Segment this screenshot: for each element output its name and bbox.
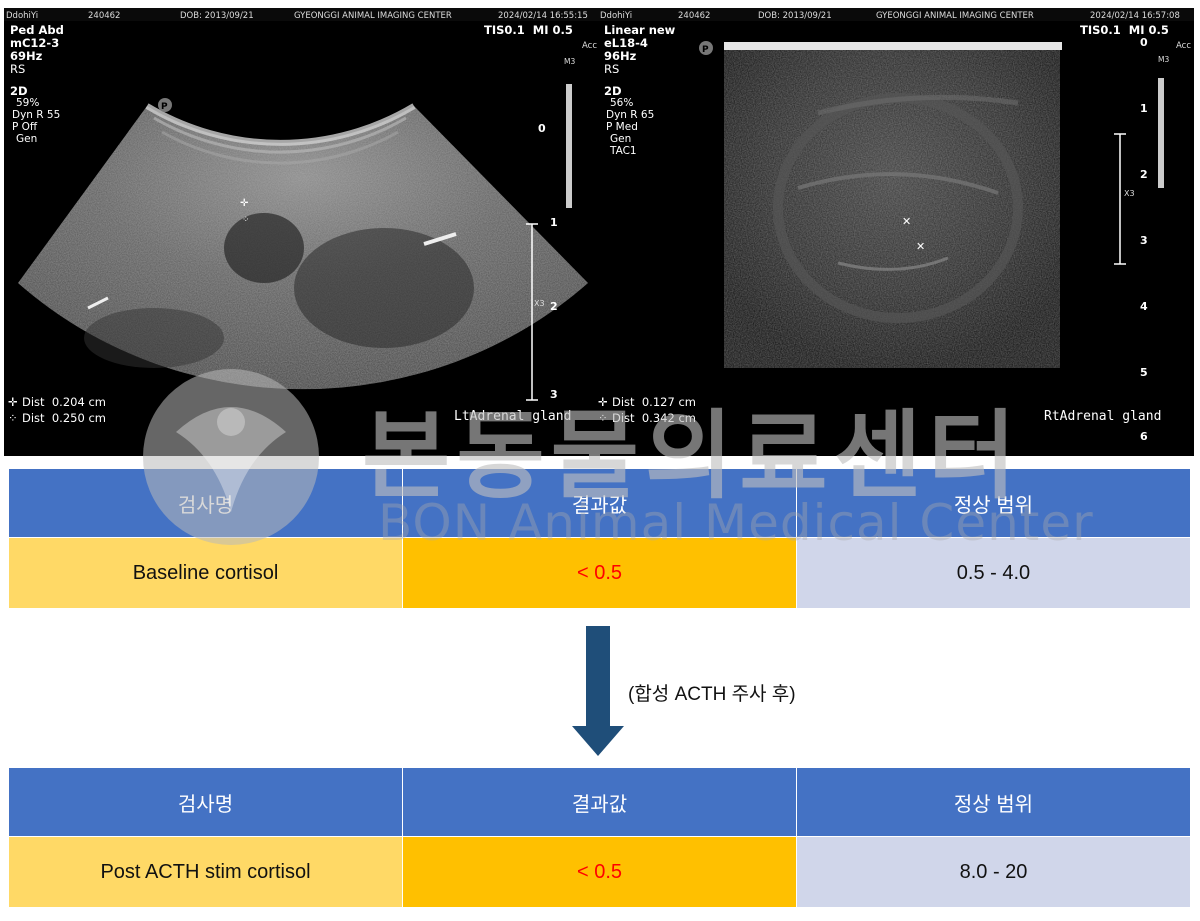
tis-mi: TIS0.1 MI 0.5 bbox=[484, 23, 573, 37]
zoom-marker: X3 bbox=[534, 299, 545, 308]
depth-tick-3: 3 bbox=[1140, 234, 1148, 247]
patient-name: DdohiYi bbox=[600, 11, 633, 21]
header-result: 결과값 bbox=[402, 468, 797, 538]
patient-id: 240462 bbox=[678, 11, 711, 21]
distance-1: Dist 0.204 cm bbox=[22, 395, 106, 409]
probe: eL18-4 bbox=[604, 36, 648, 50]
post-stim-results-table: 검사명 결과값 정상 범위 Post ACTH stim cortisol < … bbox=[8, 767, 1191, 908]
caliper-icon: ✛ bbox=[598, 395, 608, 409]
tac-setting: TAC1 bbox=[610, 145, 637, 157]
stimulation-note: (합성 ACTH 주사 후) bbox=[628, 684, 796, 705]
depth-tick-1: 1 bbox=[1140, 102, 1148, 115]
ultrasound-left-image: ✛ ⁘ P bbox=[18, 84, 588, 401]
table-row: Baseline cortisol < 0.5 0.5 - 4.0 bbox=[8, 537, 1191, 609]
distance-1: Dist 0.127 cm bbox=[612, 395, 696, 409]
dyn-range: Dyn R 65 bbox=[606, 109, 655, 121]
header-result: 결과값 bbox=[402, 767, 797, 837]
result-cell: < 0.5 bbox=[402, 836, 797, 908]
test-name-cell: Baseline cortisol bbox=[8, 537, 403, 609]
distance-2: Dist 0.250 cm bbox=[22, 411, 106, 425]
ultrasound-left-panel: ✛ ⁘ P DdohiYi 240462 DOB: 2013/09/21 GYE… bbox=[4, 8, 598, 456]
svg-text:✕: ✕ bbox=[902, 215, 911, 228]
gen-setting: Gen bbox=[610, 133, 632, 145]
caliper-icon: ⁘ bbox=[8, 411, 18, 425]
orientation: RS bbox=[10, 62, 26, 76]
probe: mC12-3 bbox=[10, 36, 60, 50]
table-row: Post ACTH stim cortisol < 0.5 8.0 - 20 bbox=[8, 836, 1191, 908]
table-header-row: 검사명 결과값 정상 범위 bbox=[8, 468, 1191, 538]
test-name-cell: Post ACTH stim cortisol bbox=[8, 836, 403, 908]
distance-2: Dist 0.342 cm bbox=[612, 411, 696, 425]
frame-rate: 96Hz bbox=[604, 49, 637, 63]
organ-label: LtAdrenal gland bbox=[454, 409, 572, 424]
svg-text:P: P bbox=[161, 102, 168, 112]
normal-range-cell: 8.0 - 20 bbox=[796, 836, 1191, 908]
result-cell: < 0.5 bbox=[402, 537, 797, 609]
mode: 2D bbox=[604, 84, 622, 98]
gain: 56% bbox=[610, 97, 634, 109]
mode: 2D bbox=[10, 84, 28, 98]
svg-text:✕: ✕ bbox=[916, 240, 925, 253]
frame-rate: 69Hz bbox=[10, 49, 43, 63]
orientation: RS bbox=[604, 62, 620, 76]
normal-range-cell: 0.5 - 4.0 bbox=[796, 537, 1191, 609]
depth-tick-6: 6 bbox=[1140, 430, 1148, 443]
baseline-results-table: 검사명 결과값 정상 범위 Baseline cortisol < 0.5 0.… bbox=[8, 468, 1191, 609]
depth-tick-5: 5 bbox=[1140, 366, 1148, 379]
caliper-icon: ⁘ bbox=[598, 411, 608, 425]
organ-label: RtAdrenal gland bbox=[1044, 409, 1162, 424]
dob: DOB: 2013/09/21 bbox=[180, 11, 254, 21]
timestamp: 2024/02/14 16:57:08 bbox=[1090, 11, 1180, 21]
header-normal-range: 정상 범위 bbox=[796, 767, 1191, 837]
preset: Linear new bbox=[604, 23, 676, 37]
depth-tick-2: 2 bbox=[1140, 168, 1148, 181]
svg-text:⁘: ⁘ bbox=[242, 215, 250, 225]
dob: DOB: 2013/09/21 bbox=[758, 11, 832, 21]
acc-label: Acc bbox=[1176, 41, 1192, 51]
preset: Ped Abd bbox=[10, 23, 64, 37]
header-test-name: 검사명 bbox=[8, 468, 403, 538]
ultrasound-right-panel: ✕ ✕ P DdohiYi 240462 DOB: 2013/09/21 GYE… bbox=[598, 8, 1194, 456]
svg-text:P: P bbox=[702, 45, 709, 55]
ultrasound-right-image: ✕ ✕ P bbox=[699, 41, 1164, 368]
tis-mi: TIS0.1 MI 0.5 bbox=[1080, 23, 1169, 37]
header-test-name: 검사명 bbox=[8, 767, 403, 837]
depth-tick-4: 4 bbox=[1140, 300, 1148, 313]
map-label: M3 bbox=[1158, 55, 1170, 64]
depth-tick-1: 1 bbox=[550, 216, 558, 229]
caliper-icon: ✛ bbox=[8, 395, 18, 409]
down-arrow-icon bbox=[572, 626, 624, 756]
depth-tick-0: 0 bbox=[1140, 36, 1148, 49]
patient-id: 240462 bbox=[88, 11, 121, 21]
timestamp: 2024/02/14 16:55:15 bbox=[498, 11, 588, 21]
map-label: M3 bbox=[564, 57, 576, 66]
acc-label: Acc bbox=[582, 41, 598, 51]
depth-tick-0: 0 bbox=[538, 122, 546, 135]
gen-setting: Gen bbox=[16, 133, 38, 145]
patient-name: DdohiYi bbox=[6, 11, 39, 21]
dyn-range: Dyn R 55 bbox=[12, 109, 61, 121]
gain: 59% bbox=[16, 97, 40, 109]
depth-tick-3: 3 bbox=[550, 388, 558, 401]
table-header-row: 검사명 결과값 정상 범위 bbox=[8, 767, 1191, 837]
p-setting: P Med bbox=[606, 121, 638, 133]
depth-tick-2: 2 bbox=[550, 300, 558, 313]
p-setting: P Off bbox=[12, 121, 38, 133]
center-name: GYEONGGI ANIMAL IMAGING CENTER bbox=[876, 11, 1034, 21]
svg-text:✛: ✛ bbox=[240, 198, 249, 209]
header-normal-range: 정상 범위 bbox=[796, 468, 1191, 538]
center-name: GYEONGGI ANIMAL IMAGING CENTER bbox=[294, 11, 452, 21]
zoom-marker: X3 bbox=[1124, 189, 1135, 198]
